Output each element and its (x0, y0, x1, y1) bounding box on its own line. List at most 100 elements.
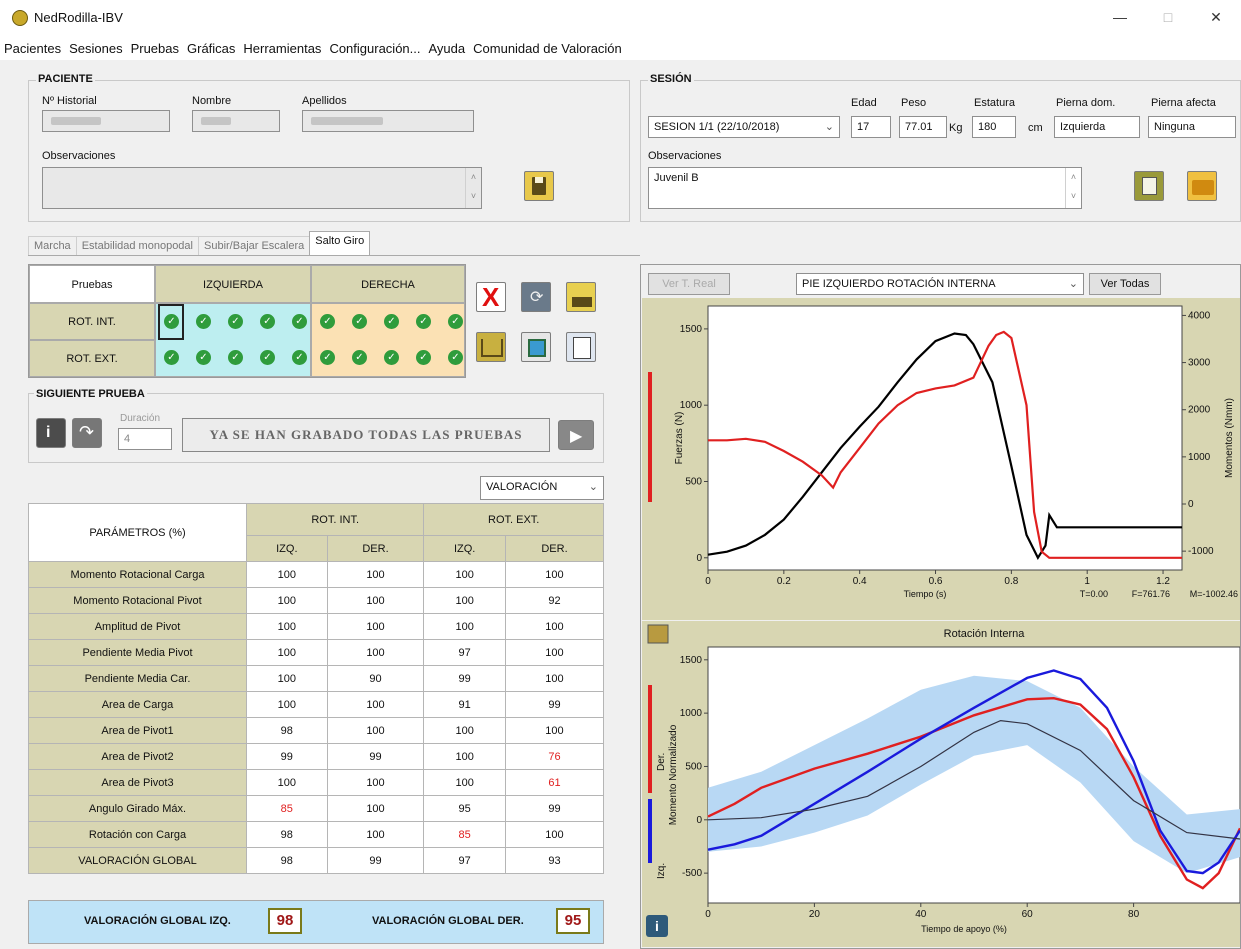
nombre-field[interactable] (192, 110, 280, 132)
valoracion-select[interactable]: VALORACIÓN ⌄ (480, 476, 604, 500)
table-row: Momento Rotacional Carga 100 100 100 100 (28, 561, 605, 588)
y-tick-label: 500 (685, 761, 702, 772)
param-value: 90 (326, 665, 425, 692)
test-done-check-icon[interactable]: ✓ (228, 350, 243, 365)
tab-salto-giro[interactable]: Salto Giro (309, 231, 371, 255)
duracion-stepper[interactable]: 4 (118, 428, 172, 450)
session-select[interactable]: SESION 1/1 (22/10/2018) ⌄ (648, 116, 840, 138)
test-done-check-icon[interactable]: ✓ (448, 314, 463, 329)
x-tick-label: 0.6 (929, 576, 943, 587)
test-done-check-icon[interactable]: ✓ (352, 350, 367, 365)
test-done-check-icon[interactable]: ✓ (196, 350, 211, 365)
save-patient-icon[interactable] (524, 171, 554, 201)
ver-t-real-button[interactable]: Ver T. Real (648, 273, 730, 295)
test-done-check-icon[interactable]: ✓ (416, 350, 431, 365)
peso-field[interactable]: 77.01 (899, 116, 947, 138)
tab-escalera[interactable]: Subir/Bajar Escalera (198, 236, 311, 255)
tests-header-izq: IZQUIERDA (155, 265, 311, 303)
tab-estabilidad[interactable]: Estabilidad monopodal (75, 236, 199, 255)
test-done-check-icon[interactable]: ✓ (164, 314, 179, 329)
edit-session-icon[interactable] (1134, 171, 1164, 201)
play-icon[interactable]: ▶ (558, 420, 594, 450)
param-value: 100 (326, 821, 425, 848)
session-observaciones-field[interactable]: Juvenil B ˄ ˅ (648, 167, 1082, 209)
test-done-check-icon[interactable]: ✓ (416, 314, 431, 329)
param-value: 100 (326, 587, 425, 614)
y-tick-label: 1000 (680, 400, 703, 411)
pierna-afecta-field[interactable]: Ninguna (1148, 116, 1236, 138)
param-value: 76 (504, 743, 605, 770)
minimize-button[interactable]: — (1100, 4, 1140, 30)
maximize-button[interactable]: □ (1148, 4, 1188, 30)
test-done-check-icon[interactable]: ✓ (260, 314, 275, 329)
test-done-check-icon[interactable]: ✓ (320, 314, 335, 329)
param-value: 100 (326, 613, 425, 640)
param-value: 98 (246, 847, 328, 874)
izq-label: Izq. (656, 863, 667, 879)
menu-pacientes[interactable]: Pacientes (4, 41, 61, 56)
menu-pruebas[interactable]: Pruebas (131, 41, 179, 56)
menu-configuracion[interactable]: Configuración... (329, 41, 420, 56)
tab-marcha[interactable]: Marcha (28, 236, 77, 255)
test-done-check-icon[interactable]: ✓ (320, 350, 335, 365)
table-row: Amplitud de Pivot 100 100 100 100 (28, 613, 605, 640)
menu-comunidad[interactable]: Comunidad de Valoración (473, 41, 622, 56)
ver-todas-button[interactable]: Ver Todas (1089, 273, 1161, 295)
open-folder-icon[interactable] (1187, 171, 1217, 201)
test-done-check-icon[interactable]: ✓ (292, 350, 307, 365)
test-done-check-icon[interactable]: ✓ (228, 314, 243, 329)
test-done-check-icon[interactable]: ✓ (196, 314, 211, 329)
param-name: Momento Rotacional Pivot (28, 587, 247, 614)
param-value: 98 (246, 717, 328, 744)
menu-ayuda[interactable]: Ayuda (429, 41, 466, 56)
delete-test-icon[interactable]: X (476, 282, 506, 312)
param-value: 100 (423, 613, 506, 640)
der-label: Der. (656, 753, 667, 771)
test-done-check-icon[interactable]: ✓ (448, 350, 463, 365)
menu-herramientas[interactable]: Herramientas (243, 41, 321, 56)
patient-observaciones-field[interactable]: ˄ ˅ (42, 167, 482, 209)
test-done-check-icon[interactable]: ✓ (260, 350, 275, 365)
close-button[interactable]: ✕ (1196, 4, 1236, 30)
menu-graficas[interactable]: Gráficas (187, 41, 235, 56)
chart-icon (647, 624, 669, 644)
app-logo-icon (12, 10, 28, 26)
params-subcol: IZQ. (423, 535, 506, 562)
test-done-check-icon[interactable]: ✓ (352, 314, 367, 329)
test-done-check-icon[interactable]: ✓ (164, 350, 179, 365)
chart-select[interactable]: PIE IZQUIERDO ROTACIÓN INTERNA ⌄ (796, 273, 1084, 295)
info-icon[interactable]: i (36, 418, 66, 448)
test-done-check-icon[interactable]: ✓ (384, 350, 399, 365)
x-tick-label: 0.8 (1004, 576, 1018, 587)
y2-tick-label: 4000 (1188, 310, 1211, 321)
table-row: Pendiente Media Car. 100 90 99 100 (28, 665, 605, 692)
apellidos-field[interactable] (302, 110, 474, 132)
x-tick-label: 1.2 (1156, 576, 1170, 587)
param-value: 100 (326, 795, 425, 822)
param-value: 100 (504, 821, 605, 848)
param-value: 100 (246, 561, 328, 588)
repeat-icon[interactable]: ↷ (72, 418, 102, 448)
table-row: Pendiente Media Pivot 100 100 97 100 (28, 639, 605, 666)
param-value: 100 (504, 665, 605, 692)
test-done-check-icon[interactable]: ✓ (384, 314, 399, 329)
settings-test-icon[interactable]: ⟳ (521, 282, 551, 312)
menu-sesiones[interactable]: Sesiones (69, 41, 122, 56)
global-der-label: VALORACIÓN GLOBAL DER. (372, 915, 524, 927)
edad-field[interactable]: 17 (851, 116, 891, 138)
next-test-title: SIGUIENTE PRUEBA (34, 388, 147, 400)
record-test-icon[interactable] (566, 282, 596, 312)
param-value: 100 (423, 587, 506, 614)
report-icon[interactable] (566, 332, 596, 362)
param-value: 100 (504, 561, 605, 588)
estatura-field[interactable]: 180 (972, 116, 1016, 138)
test-done-check-icon[interactable]: ✓ (292, 314, 307, 329)
pierna-dom-field[interactable]: Izquierda (1054, 116, 1140, 138)
historial-field[interactable] (42, 110, 170, 132)
grid-view-icon[interactable] (521, 332, 551, 362)
chevron-down-icon: ⌄ (824, 121, 834, 133)
signal-view-icon[interactable] (476, 332, 506, 362)
table-row: Angulo Girado Máx. 85 100 95 99 (28, 795, 605, 822)
session-select-value: SESION 1/1 (22/10/2018) (654, 121, 780, 133)
params-group-rot-ext: ROT. EXT. (423, 503, 604, 536)
